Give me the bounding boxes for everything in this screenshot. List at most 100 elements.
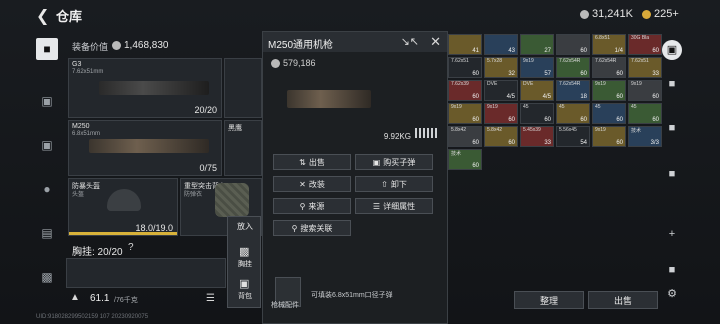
stash-item[interactable]: 6.8x51 1/4: [592, 34, 626, 55]
detail-header: M250通用机枪 ↘↖ ✕: [263, 32, 447, 52]
stash-item[interactable]: 7.62x39 60: [448, 80, 482, 101]
stash-item[interactable]: 9x19 60: [448, 103, 482, 124]
stash-item-count: 60: [472, 71, 479, 77]
stash-item-count: 18: [580, 94, 587, 100]
stash-item[interactable]: 5.8x42 60: [448, 126, 482, 147]
weight-icon: ▲: [70, 292, 80, 303]
stash-item[interactable]: 5.56x45 54: [556, 126, 590, 147]
plus-icon[interactable]: +: [662, 224, 682, 244]
armor-icon[interactable]: ▣: [36, 90, 58, 112]
rifle-image: [99, 81, 209, 95]
stash-item[interactable]: 5.7x28 32: [484, 57, 518, 78]
item-weight: 9.92KG: [383, 132, 411, 141]
upload-icon: ⇧: [381, 179, 388, 189]
help-icon[interactable]: ?: [128, 242, 134, 253]
stash-item[interactable]: 7.62x54R 60: [556, 57, 590, 78]
stash-item-label: 6.8x51: [595, 35, 611, 41]
lock-icon[interactable]: ■: [662, 74, 682, 94]
stash-sell-button[interactable]: 出售: [588, 291, 658, 309]
stash-item[interactable]: 9x19 60: [628, 80, 662, 101]
stash-item-count: 60: [616, 140, 623, 146]
modify-button[interactable]: ✕ 改装: [273, 176, 351, 192]
stash-item[interactable]: 27: [520, 34, 554, 55]
stash-item[interactable]: 9x19 60: [592, 126, 626, 147]
buy-ammo-button[interactable]: ▣ 购买子弹: [355, 154, 433, 170]
context-menu: 放入 ▩ 胸挂 ▣ 背包: [227, 216, 261, 308]
medkit-icon[interactable]: ▣: [36, 134, 58, 156]
secondary-weapon-slot[interactable]: M250 6.8x51mm 0/75: [68, 120, 222, 176]
gold-coin-icon: [642, 9, 651, 19]
source-button[interactable]: ⚲ 来源: [273, 198, 351, 214]
secondary-ammo-count: 0/75: [199, 163, 217, 173]
stash-item-count: 60: [652, 94, 659, 100]
lock-icon[interactable]: ■: [662, 118, 682, 138]
left-nav-rail: ■ ▣ ▣ ● ▤ ▩: [33, 32, 61, 322]
put-in-label: 放入: [237, 222, 253, 231]
stash-item[interactable]: 9x19 60: [592, 80, 626, 101]
lock-icon[interactable]: ■: [662, 260, 682, 280]
stash-item-count: 60: [472, 117, 479, 123]
grenade-icon[interactable]: ●: [36, 178, 58, 200]
chest-rig-label: 胸挂: 20/20: [72, 247, 123, 258]
gold-currency[interactable]: 225+: [642, 8, 679, 20]
backpack-option[interactable]: 背包: [228, 291, 262, 301]
stash-item[interactable]: 30G Bla 60: [628, 34, 662, 55]
stash-item-label: 技术: [451, 151, 462, 157]
collapse-icon[interactable]: ↘↖: [401, 35, 419, 48]
stash-item-count: 60: [508, 117, 515, 123]
stash-item[interactable]: 技术 3/3: [628, 126, 662, 147]
stash-item[interactable]: 45 60: [628, 103, 662, 124]
stash-item-label: 5.45x39: [523, 127, 541, 133]
stash-item[interactable]: 9x19 57: [520, 57, 554, 78]
stash-item[interactable]: 7.62x54R 60: [592, 57, 626, 78]
list-icon[interactable]: ☰: [206, 293, 215, 304]
details-button[interactable]: ☰ 详细属性: [355, 198, 433, 214]
stash-item[interactable]: DVE 4/5: [520, 80, 554, 101]
lock-icon[interactable]: ■: [662, 164, 682, 184]
toolbox-icon[interactable]: ▩: [36, 266, 58, 288]
gun-icon[interactable]: ■: [36, 38, 58, 60]
stash-item[interactable]: 45 60: [592, 103, 626, 124]
machine-gun-image: [89, 139, 209, 153]
close-icon[interactable]: ✕: [430, 34, 441, 50]
gear-icon[interactable]: ⚙: [662, 284, 682, 304]
stash-item[interactable]: 7.62x54R 18: [556, 80, 590, 101]
stash-item-label: 30G Bla: [631, 35, 650, 41]
stash-item-label: 9x19: [487, 104, 498, 110]
chest-rig-option[interactable]: 胸挂: [228, 259, 262, 269]
stash-item[interactable]: 45 60: [520, 103, 554, 124]
stash-item[interactable]: 41: [448, 34, 482, 55]
stash-item[interactable]: 7.62x51 60: [448, 57, 482, 78]
stash-item[interactable]: 45 60: [556, 103, 590, 124]
page-title: 仓库: [56, 9, 83, 24]
stash-item[interactable]: 43: [484, 34, 518, 55]
sell-button[interactable]: ⇅ 出售: [273, 154, 351, 170]
helmet-slot[interactable]: 防暴头盔 头盔 18.0/19.0: [68, 178, 178, 236]
stash-item[interactable]: 60: [556, 34, 590, 55]
unload-button[interactable]: ⇧ 卸下: [355, 176, 433, 192]
chest-rig-contents[interactable]: [66, 258, 226, 288]
stash-item-label: 45: [523, 104, 529, 110]
stash-item[interactable]: 9x19 60: [484, 103, 518, 124]
stash-item[interactable]: 5.8x42 60: [484, 126, 518, 147]
pistol-slot[interactable]: [224, 58, 262, 118]
stash-item-label: 45: [595, 104, 601, 110]
back-arrow-icon[interactable]: ❮: [36, 6, 49, 26]
stash-item-count: 60: [580, 71, 587, 77]
search-icon: ⚲: [299, 201, 306, 211]
melee-slot[interactable]: 黑鹰: [224, 120, 262, 176]
stash-item-label: 技术: [631, 128, 642, 134]
organize-button[interactable]: 整理: [514, 291, 584, 309]
backpack-icon[interactable]: ▣: [662, 40, 682, 60]
stash-item[interactable]: DVE 4/5: [484, 80, 518, 101]
search-related-button[interactable]: ⚲ 搜索关联: [273, 220, 351, 236]
stash-item-label: DVE: [487, 81, 498, 87]
primary-weapon-slot[interactable]: G3 7.62x51mm 20/20: [68, 58, 222, 118]
container-icon[interactable]: ▤: [36, 222, 58, 244]
stash-item[interactable]: 技术 60: [448, 149, 482, 170]
stash-item-count: 60: [508, 140, 515, 146]
sell-icon: ⇅: [299, 157, 306, 167]
stash-item[interactable]: 7.62x51 33: [628, 57, 662, 78]
stash-item[interactable]: 5.45x39 33: [520, 126, 554, 147]
stash-item-label: 7.62x54R: [595, 58, 617, 64]
